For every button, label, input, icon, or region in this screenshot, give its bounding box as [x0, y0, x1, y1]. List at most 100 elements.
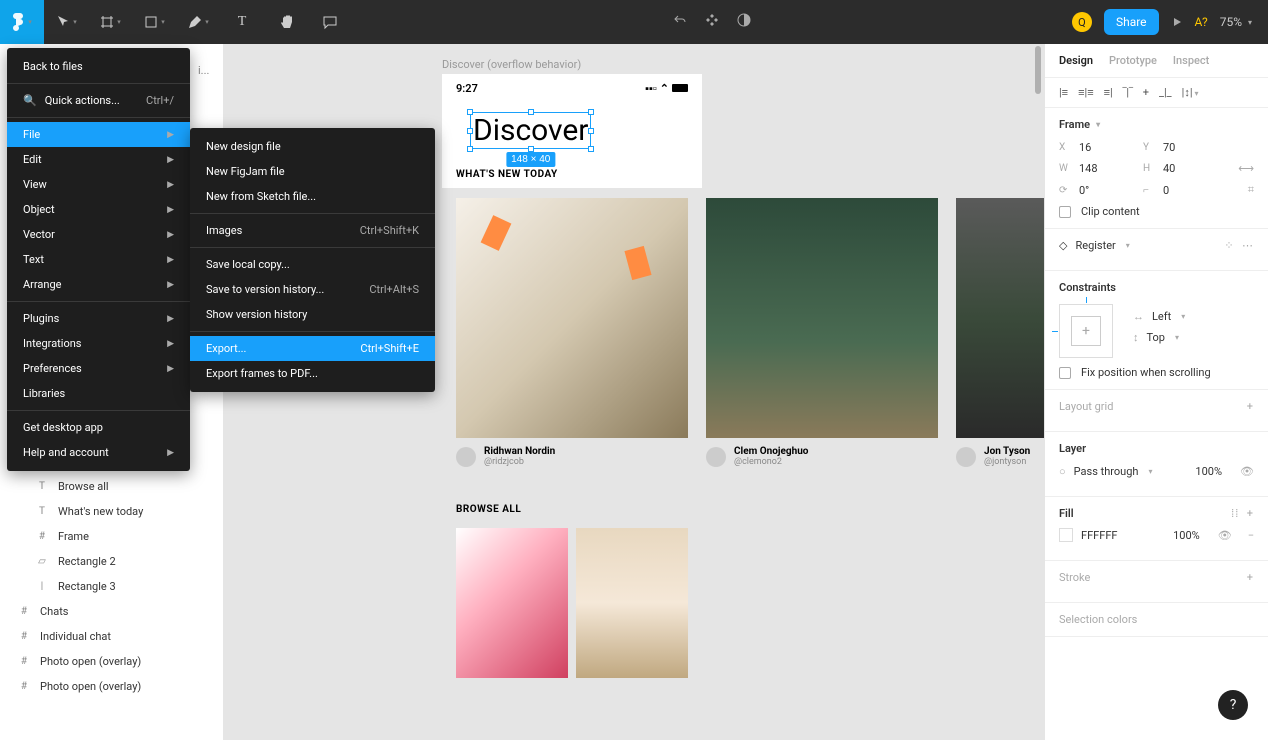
help-button[interactable]: ? — [1218, 690, 1248, 720]
layer-frame[interactable]: #Frame — [0, 524, 223, 549]
menu-show-version[interactable]: Show version history — [190, 302, 435, 327]
menu-file[interactable]: File▶ — [7, 122, 190, 147]
constraints-widget[interactable]: + — [1059, 304, 1113, 358]
selection-handle[interactable] — [467, 109, 473, 115]
layout-grid-label[interactable]: Layout grid — [1059, 400, 1113, 413]
menu-integrations[interactable]: Integrations▶ — [7, 331, 190, 356]
link-wh-icon[interactable]: ⟷ — [1238, 162, 1254, 175]
remove-fill-icon[interactable]: − — [1248, 529, 1254, 542]
menu-object[interactable]: Object▶ — [7, 197, 190, 222]
add-fill-icon[interactable]: + — [1247, 507, 1254, 520]
layer-browse-all[interactable]: TBrowse all — [0, 474, 223, 499]
card-2[interactable]: Clem Onojeghuo@clemono2 — [706, 198, 938, 475]
align-hcenter-icon[interactable]: ≡|≡ — [1078, 86, 1094, 99]
add-icon[interactable]: + — [1247, 400, 1254, 413]
register-label[interactable]: Register — [1075, 239, 1115, 252]
menu-help[interactable]: Help and account▶ — [7, 440, 190, 465]
frame-label[interactable]: Discover (overflow behavior) — [442, 58, 581, 71]
h-input[interactable]: 40 — [1163, 162, 1219, 175]
menu-vector[interactable]: Vector▶ — [7, 222, 190, 247]
frame-discover[interactable]: 9:27 ▪▪▫ ⌃ Discover 148 × 40 WHAT'S NEW — [442, 74, 702, 188]
align-vcenter-icon[interactable]: + — [1143, 86, 1149, 99]
tab-design[interactable]: Design — [1059, 54, 1093, 67]
grid-image-1[interactable] — [456, 528, 568, 678]
user-avatar[interactable]: Q — [1072, 12, 1092, 32]
menu-view[interactable]: View▶ — [7, 172, 190, 197]
selection-handle[interactable] — [467, 146, 473, 152]
menu-export[interactable]: Export...Ctrl+Shift+E — [190, 336, 435, 361]
align-right-icon[interactable]: ≡| — [1104, 86, 1113, 99]
menu-arrange[interactable]: Arrange▶ — [7, 272, 190, 297]
shape-tool[interactable]: ▾ — [132, 0, 176, 44]
blend-mode-select[interactable]: Pass through — [1074, 465, 1139, 478]
frame-section-title[interactable]: Frame▾ — [1059, 118, 1254, 131]
undo-icon[interactable] — [672, 12, 688, 32]
menu-save-version[interactable]: Save to version history...Ctrl+Alt+S — [190, 277, 435, 302]
layer-rect3[interactable]: |Rectangle 3 — [0, 574, 223, 599]
menu-new-figjam[interactable]: New FigJam file — [190, 159, 435, 184]
eye-icon[interactable]: 👁 — [1240, 465, 1254, 478]
menu-quick-actions[interactable]: 🔍Quick actions...Ctrl+/ — [7, 88, 190, 113]
card-1[interactable]: Ridhwan Nordin@ridzjcob — [456, 198, 688, 475]
align-top-icon[interactable]: ‾|‾ — [1123, 86, 1133, 99]
menu-libraries[interactable]: Libraries — [7, 381, 190, 406]
rotation-input[interactable]: 0° — [1079, 184, 1135, 197]
menu-images[interactable]: ImagesCtrl+Shift+K — [190, 218, 435, 243]
menu-save-local[interactable]: Save local copy... — [190, 252, 435, 277]
fill-swatch[interactable] — [1059, 528, 1073, 542]
h-constraint-select[interactable]: Left — [1152, 310, 1171, 323]
selection-handle[interactable] — [588, 128, 594, 134]
share-button[interactable]: Share — [1104, 9, 1159, 35]
scrollbar-thumb[interactable] — [1035, 46, 1041, 94]
frame-tool[interactable]: ▾ — [88, 0, 132, 44]
zoom-dropdown[interactable]: 75%▾ — [1220, 15, 1252, 29]
menu-plugins[interactable]: Plugins▶ — [7, 306, 190, 331]
hand-tool[interactable] — [264, 0, 308, 44]
layer-photo-open-1[interactable]: #Photo open (overlay) — [0, 649, 223, 674]
discover-title-selected[interactable]: Discover 148 × 40 — [470, 112, 591, 149]
layer-whats-new[interactable]: TWhat's new today — [0, 499, 223, 524]
layer-opacity-input[interactable]: 100% — [1195, 465, 1222, 478]
fill-opacity-input[interactable]: 100% — [1173, 529, 1200, 542]
tab-inspect[interactable]: Inspect — [1173, 54, 1209, 67]
hide-fill-icon[interactable]: 👁 — [1218, 529, 1232, 542]
radius-input[interactable]: 0 — [1163, 184, 1219, 197]
selection-handle[interactable] — [467, 128, 473, 134]
tab-prototype[interactable]: Prototype — [1109, 54, 1157, 67]
add-stroke-icon[interactable]: + — [1247, 571, 1254, 584]
menu-back-to-files[interactable]: Back to files — [7, 54, 190, 79]
layer-rect2[interactable]: ▱Rectangle 2 — [0, 549, 223, 574]
menu-new-sketch[interactable]: New from Sketch file... — [190, 184, 435, 209]
fill-hex-input[interactable]: FFFFFF — [1081, 529, 1117, 542]
selection-handle[interactable] — [528, 109, 534, 115]
selection-handle[interactable] — [588, 146, 594, 152]
mask-icon[interactable] — [736, 12, 752, 32]
menu-export-pdf[interactable]: Export frames to PDF... — [190, 361, 435, 386]
layer-photo-open-2[interactable]: #Photo open (overlay) — [0, 674, 223, 699]
present-icon[interactable] — [1171, 13, 1183, 32]
fix-position-checkbox[interactable] — [1059, 367, 1071, 379]
menu-edit[interactable]: Edit▶ — [7, 147, 190, 172]
style-icon[interactable]: ⁞⁞ — [1231, 507, 1239, 520]
style-icon[interactable]: ⁘ — [1224, 239, 1234, 252]
menu-new-design[interactable]: New design file — [190, 134, 435, 159]
comment-tool[interactable] — [308, 0, 352, 44]
more-icon[interactable]: ⋯ — [1242, 239, 1254, 252]
x-input[interactable]: 16 — [1079, 141, 1135, 154]
components-icon[interactable] — [704, 12, 720, 32]
card-3[interactable]: Jon Tyson@jontyson — [956, 198, 1044, 475]
y-input[interactable]: 70 — [1163, 141, 1219, 154]
align-left-icon[interactable]: |≡ — [1059, 86, 1068, 99]
stroke-label[interactable]: Stroke — [1059, 571, 1090, 584]
figma-menu-button[interactable]: ▾ — [0, 0, 44, 44]
menu-preferences[interactable]: Preferences▶ — [7, 356, 190, 381]
menu-desktop-app[interactable]: Get desktop app — [7, 415, 190, 440]
text-tool[interactable]: T — [220, 0, 264, 44]
a-indicator[interactable]: A? — [1195, 15, 1208, 29]
menu-text[interactable]: Text▶ — [7, 247, 190, 272]
clip-content-checkbox[interactable] — [1059, 206, 1071, 218]
pen-tool[interactable]: ▾ — [176, 0, 220, 44]
layer-chats[interactable]: #Chats — [0, 599, 223, 624]
align-bottom-icon[interactable]: _|_ — [1159, 86, 1172, 99]
w-input[interactable]: 148 — [1079, 162, 1135, 175]
